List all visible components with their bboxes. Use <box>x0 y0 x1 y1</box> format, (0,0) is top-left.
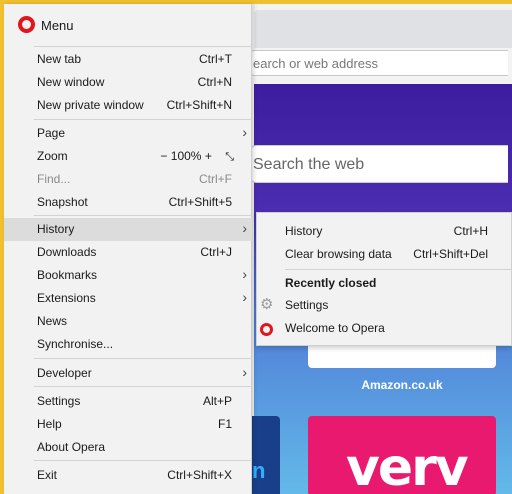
opera-icon <box>260 323 273 336</box>
menu-item-exit[interactable]: Exit Ctrl+Shift+X <box>4 464 252 487</box>
chevron-right-icon: › <box>242 364 247 380</box>
shortcut-label: Ctrl+T <box>199 52 232 66</box>
menu-item-developer[interactable]: Developer › <box>4 362 252 385</box>
menu-item-new-tab[interactable]: New tab Ctrl+T <box>4 48 252 71</box>
submenu-item-label: Settings <box>285 298 329 312</box>
menu-item-history[interactable]: History › <box>4 218 252 241</box>
zoom-controls: − 100% + ⤡ <box>160 149 234 164</box>
opera-logo-icon <box>18 16 35 33</box>
menu-title: Menu <box>41 18 74 33</box>
menu-item-label: Zoom <box>37 149 68 163</box>
chevron-right-icon: › <box>242 266 247 282</box>
menu-item-label: Developer <box>37 366 92 380</box>
menu-item-new-private-window[interactable]: New private window Ctrl+Shift+N <box>4 94 252 117</box>
menu-item-label: Exit <box>37 468 58 482</box>
submenu-item-label: History <box>285 224 323 238</box>
partial-tile-text: n <box>252 458 266 483</box>
menu-item-label: History <box>37 222 75 236</box>
shortcut-label: Ctrl+N <box>197 75 232 89</box>
zoom-value: 100% <box>170 149 202 163</box>
menu-separator <box>34 46 252 47</box>
menu-item-downloads[interactable]: Downloads Ctrl+J <box>4 241 252 264</box>
menu-item-label: New window <box>37 75 105 89</box>
menu-separator <box>34 460 252 461</box>
menu-header[interactable]: Menu <box>4 4 252 44</box>
submenu-item-history[interactable]: History Ctrl+H <box>257 220 512 243</box>
history-submenu: History Ctrl+H Clear browsing data Ctrl+… <box>256 212 512 346</box>
address-bar[interactable]: earch or web address <box>250 50 508 76</box>
shortcut-label: Ctrl+Shift+X <box>167 468 232 482</box>
menu-item-label: Snapshot <box>37 195 88 209</box>
submenu-separator <box>285 269 512 270</box>
menu-separator <box>34 119 252 120</box>
chevron-right-icon: › <box>242 124 247 140</box>
menu-item-synchronise[interactable]: Synchronise... <box>4 333 252 356</box>
menu-item-label: Settings <box>37 394 81 408</box>
menu-item-settings[interactable]: Settings Alt+P <box>4 390 252 413</box>
menu-item-extensions[interactable]: Extensions › <box>4 287 252 310</box>
chevron-right-icon: › <box>242 289 247 305</box>
zoom-in-button[interactable]: + <box>205 149 212 163</box>
menu-item-label: Synchronise... <box>37 337 114 351</box>
verv-logo-text: verv <box>346 438 469 494</box>
menu-item-find[interactable]: Find... Ctrl+F <box>4 168 252 191</box>
shortcut-label: Ctrl+F <box>199 172 232 186</box>
menu-item-label: Bookmarks <box>37 268 98 282</box>
shortcut-label: Ctrl+Shift+Del <box>413 247 488 261</box>
recently-closed-heading: Recently closed <box>285 276 377 290</box>
menu-item-label: New tab <box>37 52 82 66</box>
menu-item-new-window[interactable]: New window Ctrl+N <box>4 71 252 94</box>
speed-dial-tile-partial[interactable]: n <box>252 416 280 494</box>
submenu-item-label: Welcome to Opera <box>285 321 385 335</box>
search-web-field[interactable]: Search the web <box>250 145 508 183</box>
menu-item-label: About Opera <box>37 440 106 454</box>
chevron-right-icon: › <box>242 220 247 236</box>
menu-item-label: Find... <box>37 172 71 186</box>
submenu-item-clear-browsing-data[interactable]: Clear browsing data Ctrl+Shift+Del <box>257 243 512 266</box>
speed-dial-tile-verv[interactable]: verv <box>308 416 496 494</box>
menu-item-zoom: Zoom − 100% + ⤡ <box>4 145 252 168</box>
address-placeholder: earch or web address <box>253 56 379 71</box>
search-placeholder: Search the web <box>253 156 365 173</box>
opera-main-menu: Menu New tab Ctrl+T New window Ctrl+N Ne… <box>4 4 252 494</box>
gear-icon: ⚙ <box>260 296 274 313</box>
menu-item-snapshot[interactable]: Snapshot Ctrl+Shift+5 <box>4 191 252 214</box>
shortcut-label: Alt+P <box>202 394 232 408</box>
menu-item-news[interactable]: News <box>4 310 252 333</box>
shortcut-label: F1 <box>217 417 232 431</box>
shortcut-label: Ctrl+Shift+N <box>166 98 232 112</box>
menu-item-label: Help <box>37 417 62 431</box>
menu-separator <box>34 358 252 359</box>
menu-item-label: Extensions <box>37 291 96 305</box>
submenu-item-label: Clear browsing data <box>285 247 392 261</box>
menu-item-label: Downloads <box>37 245 97 259</box>
zoom-out-button[interactable]: − <box>160 149 167 163</box>
menu-item-page[interactable]: Page › <box>4 122 252 145</box>
menu-item-help[interactable]: Help F1 <box>4 413 252 436</box>
tab-bar[interactable] <box>254 10 512 48</box>
fullscreen-icon[interactable]: ⤡ <box>225 151 234 164</box>
menu-separator <box>34 386 252 387</box>
menu-separator <box>34 215 252 216</box>
recent-item-settings[interactable]: ⚙ Settings <box>257 294 512 317</box>
recent-item-welcome-to-opera[interactable]: Welcome to Opera <box>257 317 512 340</box>
menu-item-bookmarks[interactable]: Bookmarks › <box>4 264 252 287</box>
shortcut-label: Ctrl+H <box>453 224 488 238</box>
menu-item-about-opera[interactable]: About Opera <box>4 436 252 459</box>
shortcut-label: Ctrl+Shift+5 <box>168 195 232 209</box>
speed-dial-caption: Amazon.co.uk <box>361 378 443 392</box>
menu-item-label: News <box>37 314 68 328</box>
shortcut-label: Ctrl+J <box>200 245 232 259</box>
menu-item-label: Page <box>37 126 66 140</box>
menu-item-label: New private window <box>37 98 144 112</box>
